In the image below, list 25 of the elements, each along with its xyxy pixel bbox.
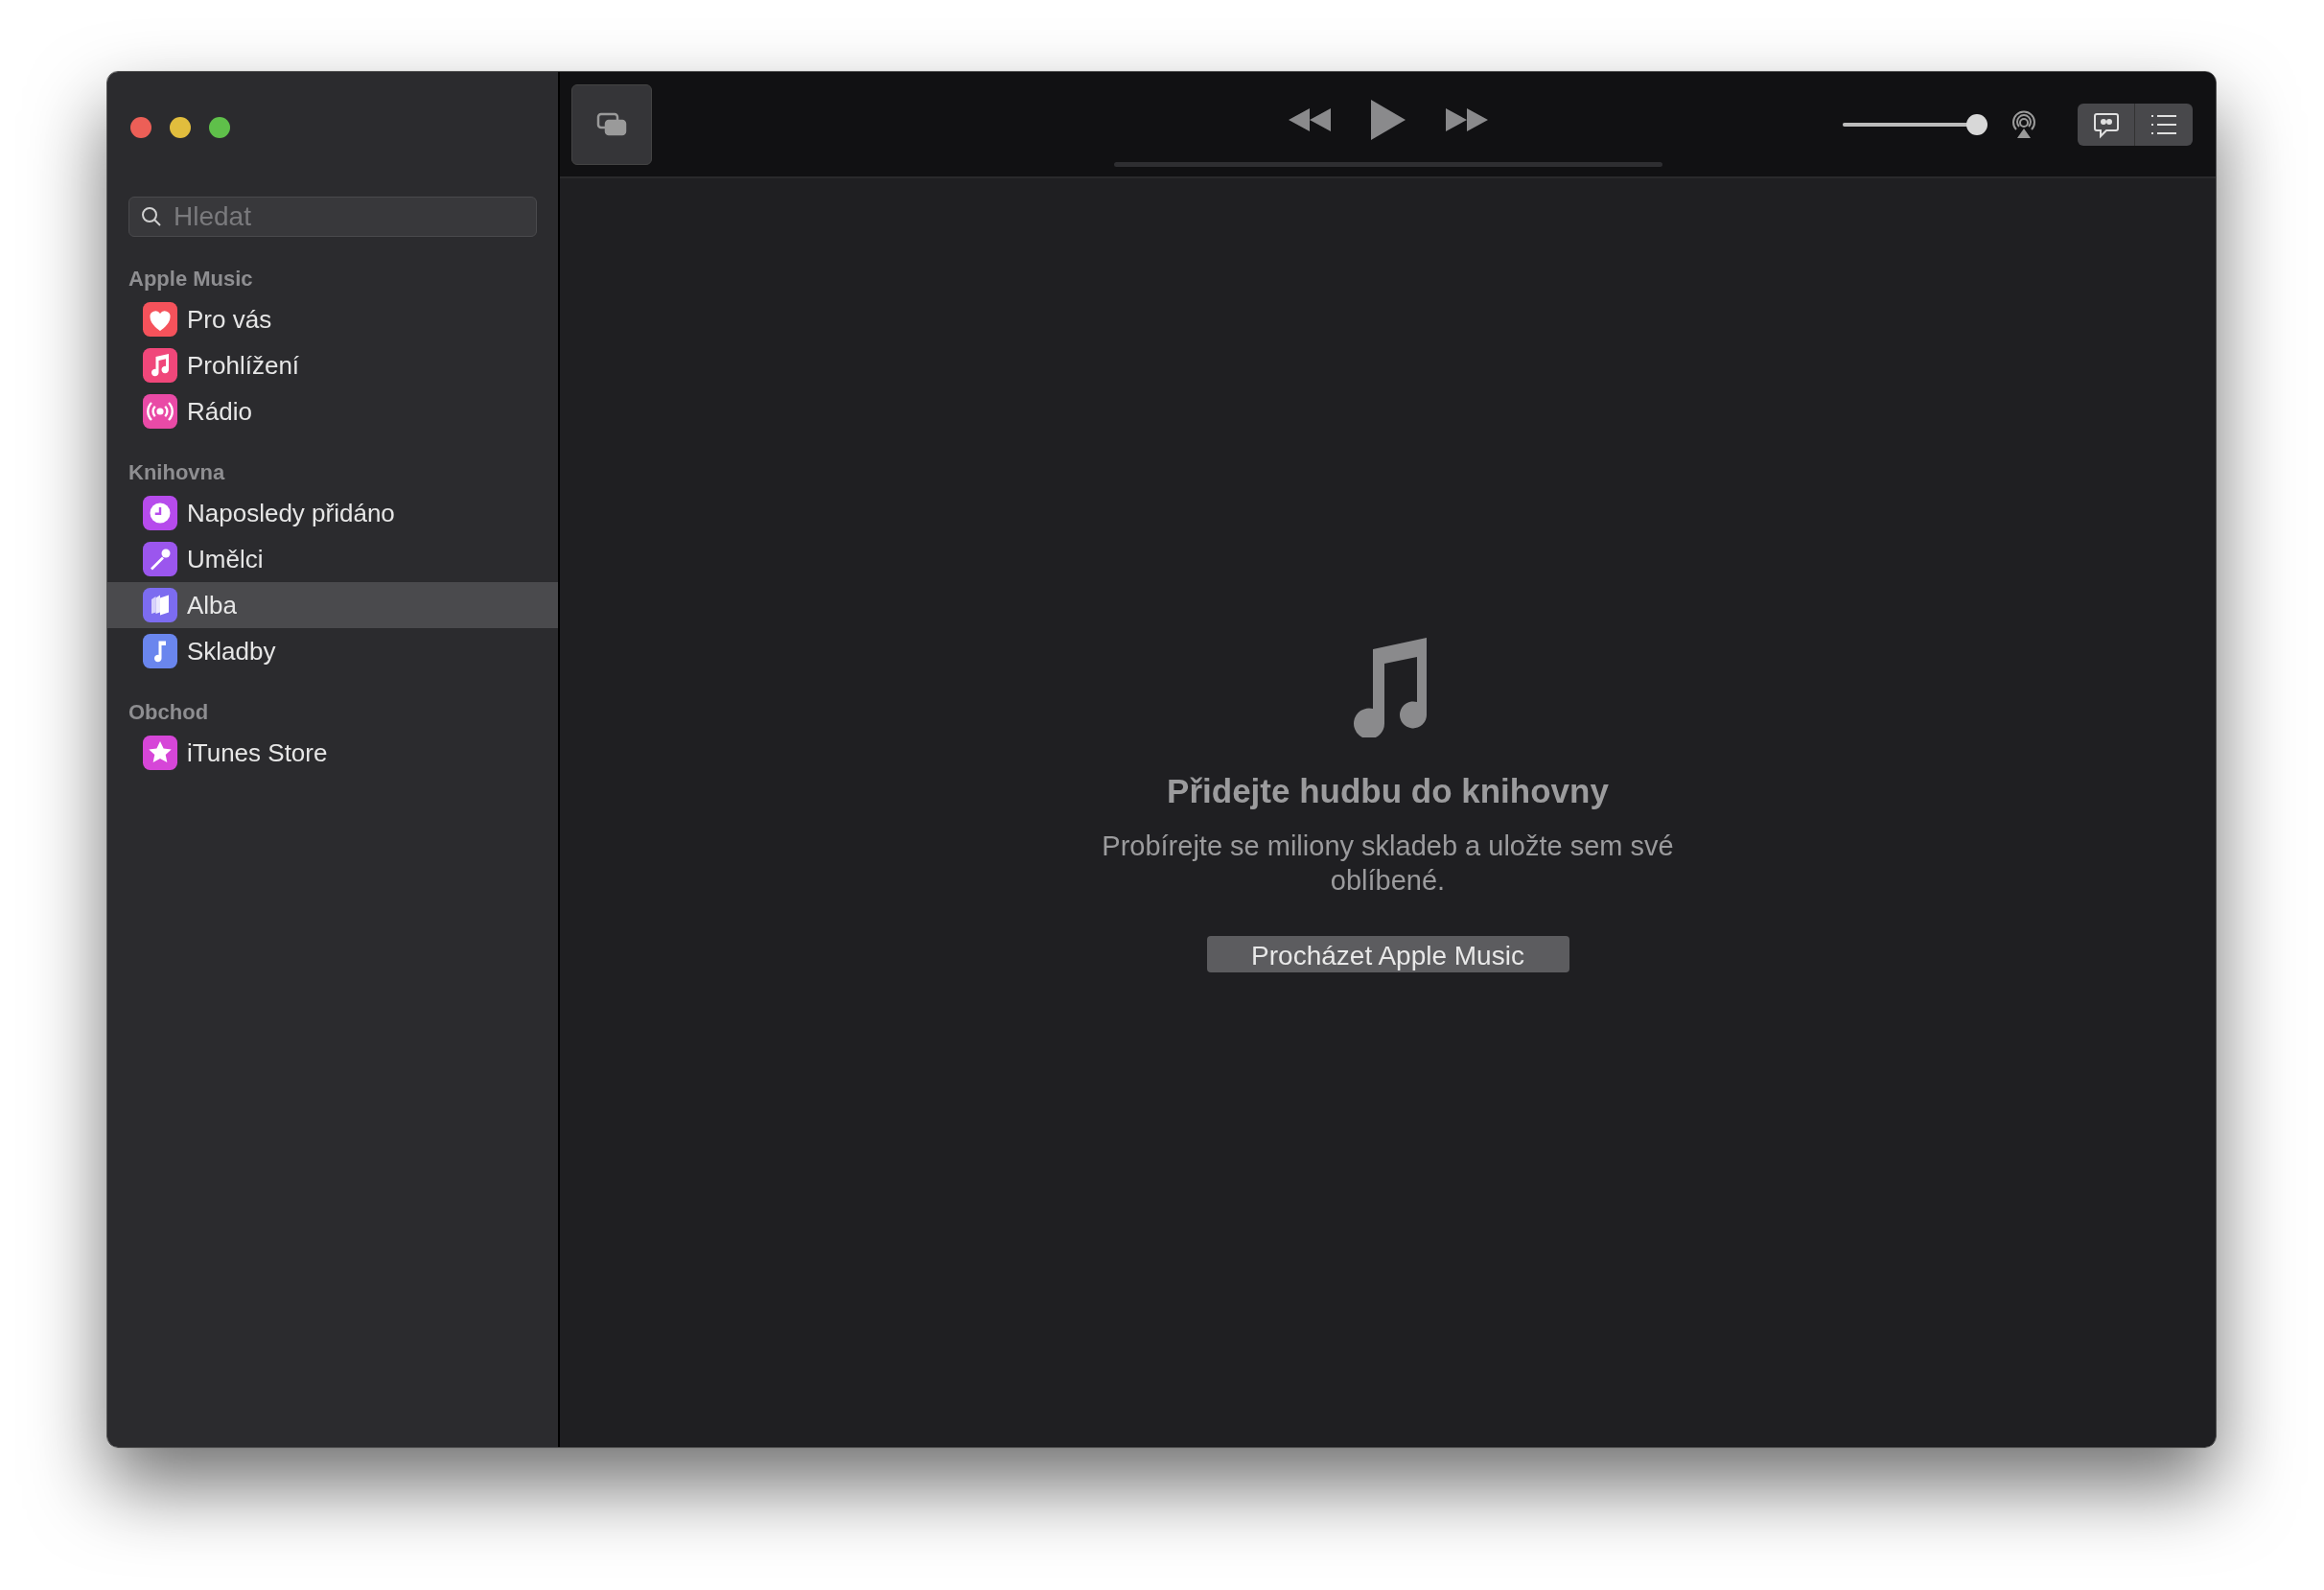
- minimize-button[interactable]: [170, 117, 191, 138]
- fast-forward-icon[interactable]: [1443, 106, 1490, 133]
- empty-state-title: Přidejte hudbu do knihovny: [1167, 771, 1609, 811]
- section-header: Knihovna: [128, 459, 226, 486]
- search-field[interactable]: Hledat: [128, 197, 537, 237]
- search-icon: [140, 205, 163, 228]
- sidebar-item[interactable]: Pro vás: [107, 296, 558, 342]
- sidebar-item[interactable]: Alba: [107, 582, 558, 628]
- empty-state-description: Probírejte se miliony skladeb a uložte sem své oblíbené.: [1101, 829, 1675, 898]
- section-header: Obchod: [128, 699, 210, 726]
- zoom-button[interactable]: [209, 117, 230, 138]
- browse-button[interactable]: Procházet Apple Music: [1206, 935, 1569, 972]
- close-button[interactable]: [130, 117, 151, 138]
- miniplayer-button[interactable]: [571, 83, 652, 165]
- sidebar-item[interactable]: Skladby: [107, 628, 558, 674]
- section-header: Apple Music: [128, 266, 254, 292]
- windows-icon: [596, 111, 627, 137]
- list-icon: [2150, 112, 2178, 136]
- volume-thumb[interactable]: [1966, 113, 1987, 135]
- sidebar-item[interactable]: Prohlížení: [107, 342, 558, 388]
- sidebar-item[interactable]: Rádio: [107, 388, 558, 434]
- sidebar-item[interactable]: iTunes Store: [107, 730, 558, 776]
- sidebar-item[interactable]: Naposledy přidáno: [107, 490, 558, 536]
- sidebar-item[interactable]: Umělci: [107, 536, 558, 582]
- play-icon[interactable]: [1368, 98, 1407, 142]
